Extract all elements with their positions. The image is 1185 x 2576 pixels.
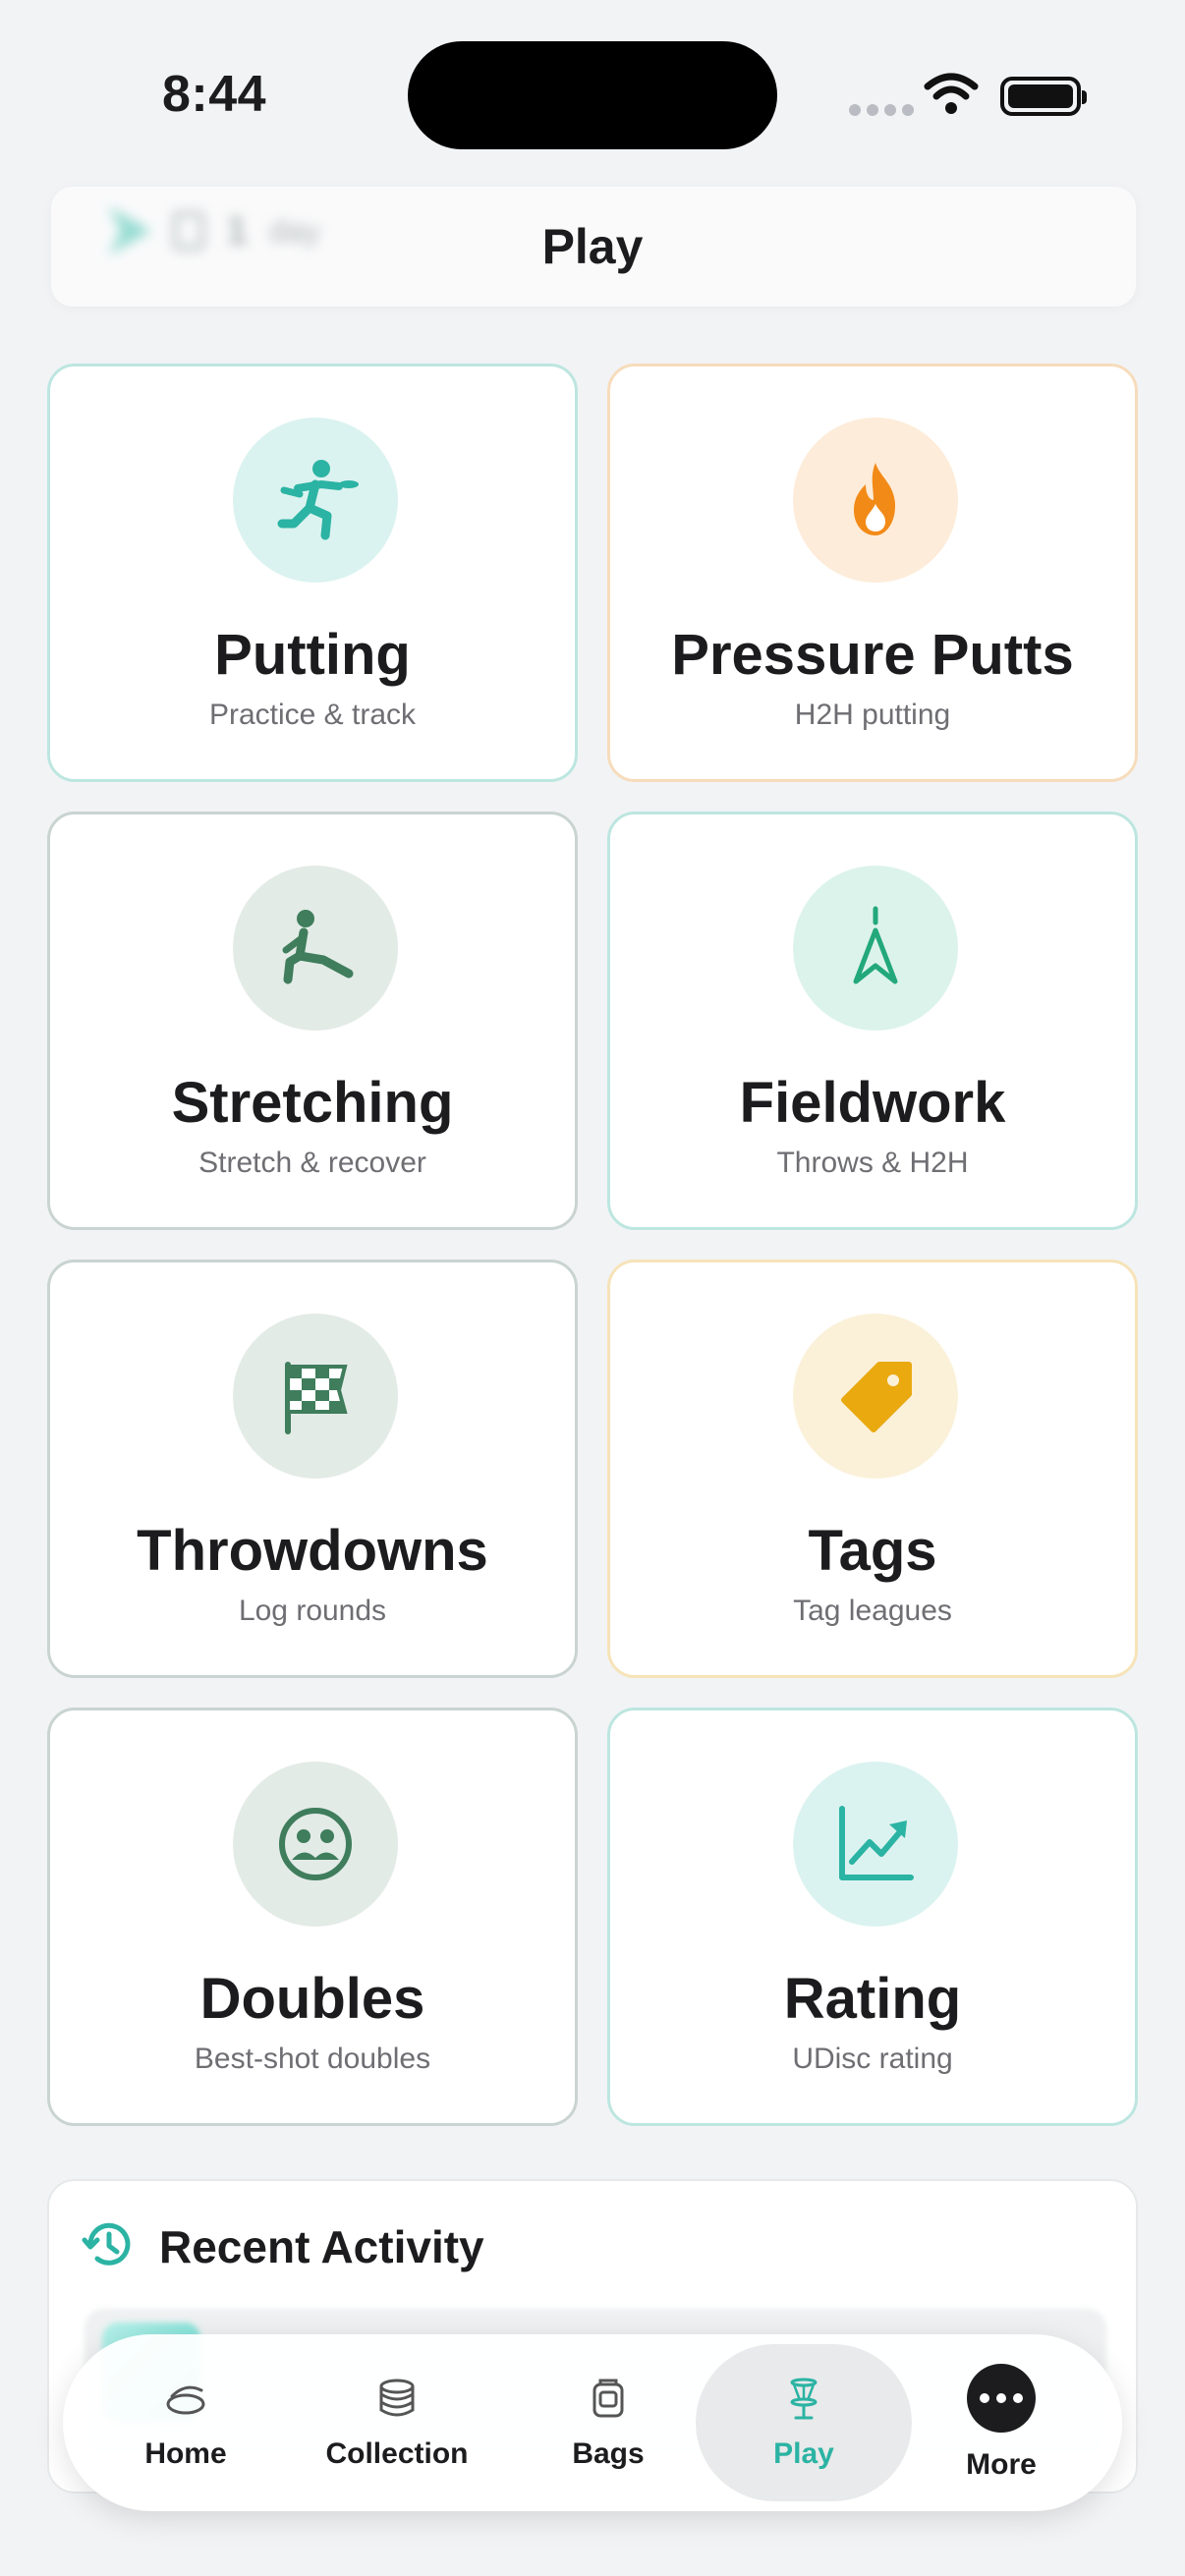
wifi-icon bbox=[924, 73, 979, 114]
checkered-flag-icon bbox=[285, 1362, 348, 1434]
throwdowns-tile[interactable]: Throwdowns Log rounds bbox=[47, 1260, 578, 1678]
compass-icon bbox=[853, 906, 898, 984]
disc-icon bbox=[166, 2385, 205, 2415]
tag-icon bbox=[841, 1362, 912, 1432]
cellular-signal-icon bbox=[849, 104, 914, 116]
tab-bags[interactable]: Bags bbox=[535, 2334, 682, 2511]
play-screen: 8:44 1 day Play Putting Practice & track bbox=[0, 0, 1185, 2576]
tile-subtitle: Practice & track bbox=[208, 699, 417, 731]
dynamic-island bbox=[408, 41, 777, 149]
tile-title: Tags bbox=[808, 1519, 937, 1583]
tile-subtitle: UDisc rating bbox=[792, 2043, 953, 2075]
recent-activity-title: Recent Activity bbox=[159, 2221, 484, 2272]
tile-title: Putting bbox=[214, 623, 411, 687]
fieldwork-tile[interactable]: Fieldwork Throws & H2H bbox=[607, 812, 1138, 1230]
tile-title: Stretching bbox=[171, 1071, 454, 1135]
tab-more[interactable]: More bbox=[928, 2334, 1075, 2511]
battery-icon bbox=[1000, 77, 1087, 116]
tab-label: Collection bbox=[325, 2437, 469, 2470]
frisbee-throw-icon bbox=[277, 460, 359, 540]
tab-home[interactable]: Home bbox=[112, 2334, 259, 2511]
stack-icon bbox=[379, 2379, 415, 2417]
tab-label: More bbox=[966, 2448, 1037, 2481]
tile-title: Doubles bbox=[199, 1967, 425, 2031]
tab-collection[interactable]: Collection bbox=[309, 2334, 485, 2511]
stretching-tile[interactable]: Stretching Stretch & recover bbox=[47, 812, 578, 1230]
putting-tile[interactable]: Putting Practice & track bbox=[47, 364, 578, 782]
ellipsis-icon bbox=[967, 2364, 1036, 2433]
chart-up-icon bbox=[839, 1806, 914, 1880]
tab-bar: Home Collection Bags Play More bbox=[63, 2334, 1122, 2511]
rating-tile[interactable]: Rating UDisc rating bbox=[607, 1708, 1138, 2126]
tile-title: Throwdowns bbox=[137, 1519, 488, 1583]
tab-play[interactable]: Play bbox=[696, 2344, 912, 2501]
tile-subtitle: Tag leagues bbox=[793, 1595, 952, 1627]
tile-subtitle: Stretch & recover bbox=[198, 1147, 426, 1179]
tab-label: Home bbox=[144, 2437, 227, 2470]
flame-icon bbox=[854, 463, 895, 535]
basket-icon bbox=[790, 2378, 818, 2420]
status-time: 8:44 bbox=[162, 66, 267, 123]
tile-subtitle: Throws & H2H bbox=[776, 1147, 969, 1179]
tile-title: Pressure Putts bbox=[671, 623, 1074, 687]
tile-title: Rating bbox=[783, 1967, 962, 2031]
tile-subtitle: H2H putting bbox=[794, 699, 951, 731]
page-title: Play bbox=[541, 219, 644, 274]
group-icon bbox=[279, 1808, 352, 1880]
tile-subtitle: Log rounds bbox=[238, 1595, 387, 1627]
tab-label: Play bbox=[773, 2437, 834, 2470]
tab-label: Bags bbox=[572, 2437, 645, 2470]
tags-tile[interactable]: Tags Tag leagues bbox=[607, 1260, 1138, 1678]
stretch-person-icon bbox=[282, 910, 354, 984]
history-icon bbox=[82, 2222, 131, 2266]
pressure-putts-tile[interactable]: Pressure Putts H2H putting bbox=[607, 364, 1138, 782]
tile-subtitle: Best-shot doubles bbox=[194, 2043, 431, 2075]
doubles-tile[interactable]: Doubles Best-shot doubles bbox=[47, 1708, 578, 2126]
bag-icon bbox=[592, 2379, 624, 2418]
tile-title: Fieldwork bbox=[739, 1071, 1006, 1135]
